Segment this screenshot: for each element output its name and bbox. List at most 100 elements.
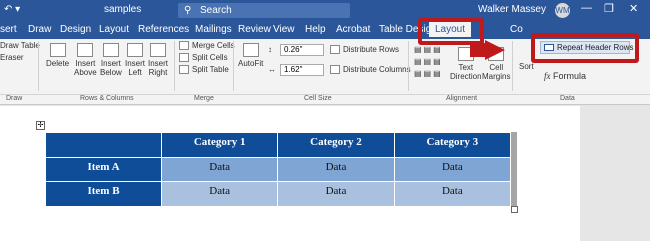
distribute-columns-button[interactable]: Distribute Columns: [330, 65, 411, 75]
repeat-header-rows-callout: [531, 33, 639, 63]
tab-insert[interactable]: sert: [0, 24, 17, 35]
table-resize-handle-icon[interactable]: [511, 206, 518, 213]
split-table-button[interactable]: Split Table: [179, 65, 229, 75]
insert-below-button[interactable]: Insert Below: [100, 43, 122, 77]
distribute-columns-icon: [330, 65, 340, 75]
word-table[interactable]: Category 1 Category 2 Category 3 Item A …: [45, 132, 512, 207]
distribute-columns-label: Distribute Columns: [343, 65, 411, 74]
merge-cells-label: Merge Cells: [192, 41, 235, 50]
tab-design[interactable]: Design: [60, 24, 91, 35]
page-margin-area: [580, 106, 650, 241]
tab-help[interactable]: Help: [305, 24, 326, 35]
close-icon[interactable]: ✕: [629, 2, 638, 15]
row-height-stepper[interactable]: 0.26": [280, 44, 324, 56]
table-end-column: [511, 132, 517, 207]
distribute-rows-label: Distribute Rows: [343, 45, 400, 54]
undo-icon[interactable]: ↶ ▾: [4, 4, 20, 15]
insert-above-button[interactable]: Insert Above: [74, 43, 97, 77]
table-cell[interactable]: Data: [160, 181, 279, 207]
autofit-icon: [242, 43, 259, 57]
delete-table-icon: [49, 43, 66, 57]
minimize-button[interactable]: —: [581, 2, 592, 14]
table-cell[interactable]: Data: [393, 181, 512, 207]
formula-icon: fx: [544, 71, 551, 81]
tab-mailings[interactable]: Mailings: [195, 24, 232, 35]
insert-below-label: Insert Below: [100, 59, 122, 77]
merge-cells-button[interactable]: Merge Cells: [179, 41, 235, 51]
row-height-icon: ↕: [268, 45, 272, 54]
text-direction-label: Text Direction: [450, 63, 482, 81]
split-table-icon: [179, 65, 189, 75]
delete-button[interactable]: Delete: [46, 43, 69, 68]
sort-button[interactable]: Sort: [519, 62, 534, 72]
table-cell[interactable]: Data: [160, 156, 279, 183]
table-cell[interactable]: Data: [393, 156, 512, 183]
group-label-merge: Merge: [194, 95, 214, 102]
restore-button[interactable]: ❐: [604, 2, 614, 15]
alignment-grid-icon[interactable]: ▤▤▤: [414, 57, 443, 67]
group-label-data: Data: [560, 95, 575, 102]
tab-acrobat[interactable]: Acrobat: [336, 24, 370, 35]
document-title: samples: [104, 4, 142, 15]
user-name[interactable]: Walker Massey: [478, 4, 546, 15]
separator: [512, 41, 513, 91]
tab-comments[interactable]: Co: [510, 24, 523, 35]
tab-references[interactable]: References: [138, 24, 189, 35]
separator: [408, 41, 409, 91]
tab-draw[interactable]: Draw: [28, 24, 51, 35]
group-label-rows-columns: Rows & Columns: [80, 95, 134, 102]
tab-review[interactable]: Review: [238, 24, 271, 35]
insert-right-button[interactable]: Insert Right: [148, 43, 168, 77]
table-header-cell[interactable]: Category 2: [277, 132, 395, 158]
insert-right-label: Insert Right: [148, 59, 169, 77]
table-row[interactable]: Item B Data Data Data: [45, 181, 512, 207]
table-header-row[interactable]: Category 1 Category 2 Category 3: [45, 132, 512, 158]
row-label-cell[interactable]: Item A: [45, 156, 162, 183]
search-icon: ⚲: [184, 5, 192, 16]
table-cell[interactable]: Data: [277, 181, 395, 207]
table-row[interactable]: Item A Data Data Data: [45, 156, 512, 183]
table-move-handle-icon[interactable]: ✢: [36, 121, 45, 130]
tab-layout-page[interactable]: Layout: [99, 24, 129, 35]
autofit-button[interactable]: AutoFit: [238, 43, 263, 68]
group-label-cell-size: Cell Size: [304, 95, 332, 102]
autofit-label: AutoFit: [238, 59, 264, 68]
column-width-icon: ↔: [268, 65, 276, 74]
separator: [233, 41, 234, 91]
table-header-cell[interactable]: Category 1: [160, 132, 279, 158]
insert-above-label: Insert Above: [74, 59, 97, 77]
insert-left-button[interactable]: Insert Left: [125, 43, 145, 77]
avatar[interactable]: WM: [555, 3, 570, 18]
group-label-alignment: Alignment: [446, 95, 478, 102]
tab-view[interactable]: View: [273, 24, 295, 35]
formula-label: Formula: [553, 71, 587, 81]
draw-table-button[interactable]: Draw Table: [0, 41, 40, 51]
alignment-grid-icon[interactable]: ▤▤▤: [414, 45, 443, 55]
insert-below-icon: [102, 43, 119, 57]
eraser-button[interactable]: Eraser: [0, 53, 24, 63]
column-width-stepper[interactable]: 1.62": [280, 64, 324, 76]
table-cell[interactable]: Data: [277, 156, 395, 183]
alignment-grid-icon[interactable]: ▤▤▤: [414, 69, 443, 79]
insert-right-icon: [150, 43, 166, 57]
table-header-cell[interactable]: Category 3: [393, 132, 512, 158]
split-cells-button[interactable]: Split Cells: [179, 53, 228, 63]
callout-arrow-icon: [485, 40, 505, 60]
title-bar: ↶ ▾ samples ⚲ Search Walker Massey WM — …: [0, 0, 650, 21]
split-cells-label: Split Cells: [192, 53, 228, 62]
search-placeholder: Search: [200, 5, 232, 16]
table-header-cell[interactable]: [45, 132, 162, 158]
distribute-rows-button[interactable]: Distribute Rows: [330, 45, 399, 55]
separator: [38, 41, 39, 91]
cell-margins-label: Cell Margins: [482, 63, 511, 81]
group-label-draw: Draw: [6, 95, 23, 102]
search-input[interactable]: ⚲ Search: [178, 3, 350, 18]
insert-left-icon: [127, 43, 143, 57]
split-table-label: Split Table: [192, 65, 229, 74]
merge-cells-icon: [179, 41, 189, 51]
delete-label: Delete: [46, 59, 70, 68]
split-cells-icon: [179, 53, 189, 63]
row-label-cell[interactable]: Item B: [45, 181, 162, 207]
formula-button[interactable]: fx Formula: [544, 71, 586, 81]
insert-left-label: Insert Left: [125, 59, 146, 77]
